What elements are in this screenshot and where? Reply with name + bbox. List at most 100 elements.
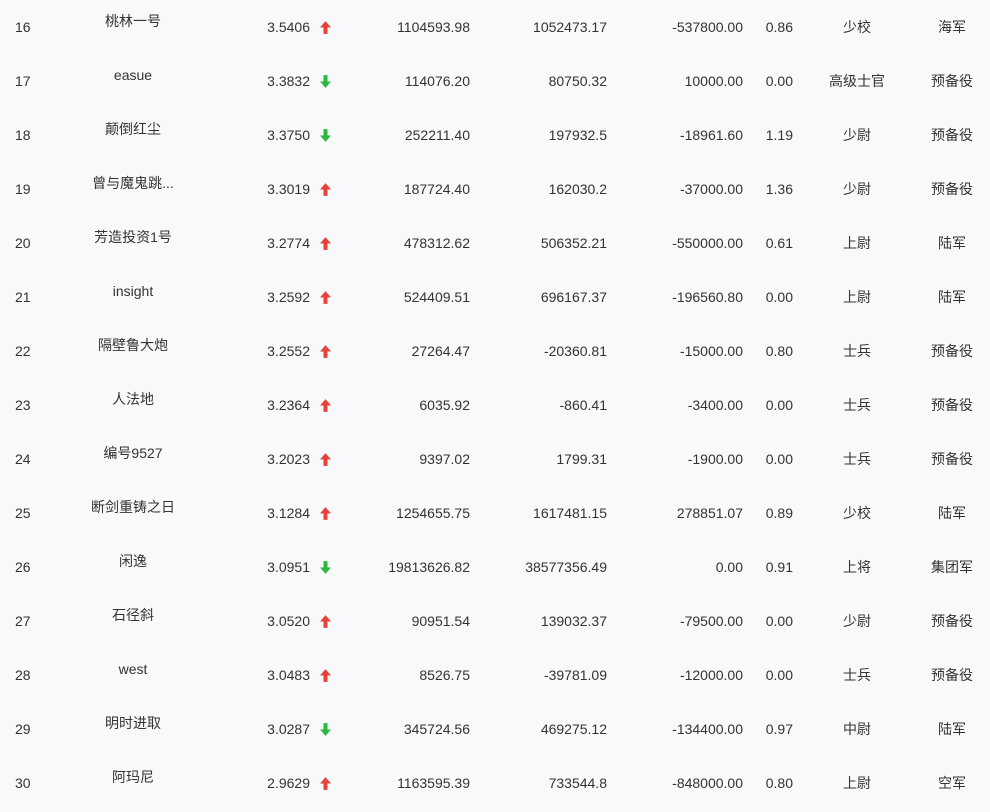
value-b-cell: -860.41 bbox=[559, 397, 607, 413]
rank-title-cell: 士兵 bbox=[843, 451, 871, 467]
ratio-cell: 0.00 bbox=[765, 667, 793, 683]
branch-cell: 预备役 bbox=[931, 73, 973, 89]
ratio-cell: 0.00 bbox=[765, 397, 793, 413]
rank-title-cell: 上将 bbox=[843, 559, 871, 575]
rank-title-cell: 少尉 bbox=[843, 127, 871, 143]
value-a-cell: 19813626.82 bbox=[388, 559, 470, 575]
value-a-cell: 1104593.98 bbox=[397, 19, 470, 35]
value-c-cell: -848000.00 bbox=[672, 775, 743, 791]
value-a-cell: 8526.75 bbox=[419, 667, 470, 683]
value-a-cell: 524409.51 bbox=[403, 289, 470, 305]
table-row[interactable]: 30 阿玛尼 2.9629 1163595.39 733544.8 -848000.00 0… bbox=[0, 756, 990, 810]
arrow-up-icon bbox=[319, 324, 331, 378]
branch-cell: 空军 bbox=[938, 775, 966, 791]
value-b-cell: 1617481.15 bbox=[533, 505, 607, 521]
table-row[interactable]: 20 芳造投资1号 3.2774 478312.62 506352.21 -550000.… bbox=[0, 216, 990, 270]
table-row[interactable]: 24 编号9527 3.2023 9397.02 1799.31 -1900.00 0.00… bbox=[0, 432, 990, 486]
value-a-cell: 9397.02 bbox=[419, 451, 470, 467]
rank-title-cell: 少校 bbox=[843, 505, 871, 521]
value-a-cell: 6035.92 bbox=[419, 397, 470, 413]
table-row[interactable]: 29 明时进取 3.0287 345724.56 469275.12 -134400.00… bbox=[0, 702, 990, 756]
rank-title-cell: 士兵 bbox=[843, 343, 871, 359]
rank-title-cell: 上尉 bbox=[843, 289, 871, 305]
branch-cell: 预备役 bbox=[931, 451, 973, 467]
name-cell: 隔壁鲁大炮 bbox=[98, 337, 168, 353]
branch-cell: 预备役 bbox=[931, 397, 973, 413]
table-row[interactable]: 18 颠倒红尘 3.3750 252211.40 197932.5 -18961.60 1.… bbox=[0, 108, 990, 162]
name-cell: 阿玛尼 bbox=[112, 769, 154, 785]
ratio-cell: 0.91 bbox=[765, 559, 793, 575]
score-cell: 3.5406 bbox=[267, 19, 310, 35]
value-b-cell: 162030.2 bbox=[548, 181, 607, 197]
value-c-cell: -37000.00 bbox=[679, 181, 743, 197]
arrow-down-icon bbox=[319, 54, 331, 108]
ratio-cell: 1.19 bbox=[765, 127, 793, 143]
branch-cell: 集团军 bbox=[931, 559, 973, 575]
table-row[interactable]: 22 隔壁鲁大炮 3.2552 27264.47 -20360.81 -15000.00 0… bbox=[0, 324, 990, 378]
value-c-cell: -134400.00 bbox=[672, 721, 743, 737]
value-c-cell: -79500.00 bbox=[679, 613, 743, 629]
table-row[interactable]: 21 insight 3.2592 524409.51 696167.37 -196560… bbox=[0, 270, 990, 324]
value-c-cell: -3400.00 bbox=[687, 397, 743, 413]
ratio-cell: 0.86 bbox=[765, 19, 793, 35]
score-cell: 3.2552 bbox=[267, 343, 310, 359]
rank-title-cell: 少尉 bbox=[843, 181, 871, 197]
value-b-cell: 80750.32 bbox=[548, 73, 607, 89]
rank-cell: 24 bbox=[15, 451, 31, 467]
value-a-cell: 27264.47 bbox=[411, 343, 470, 359]
value-b-cell: 139032.37 bbox=[540, 613, 607, 629]
score-cell: 3.0483 bbox=[267, 667, 310, 683]
rank-title-cell: 高级士官 bbox=[829, 73, 885, 89]
value-c-cell: 0.00 bbox=[715, 559, 743, 575]
rank-cell: 17 bbox=[15, 73, 31, 89]
table-row[interactable]: 28 west 3.0483 8526.75 -39781.09 -12000.00 0.0… bbox=[0, 648, 990, 702]
rank-cell: 27 bbox=[15, 613, 31, 629]
rank-cell: 26 bbox=[15, 559, 31, 575]
rank-cell: 16 bbox=[15, 19, 31, 35]
rank-cell: 29 bbox=[15, 721, 31, 737]
rank-cell: 28 bbox=[15, 667, 31, 683]
arrow-up-icon bbox=[319, 162, 331, 216]
value-b-cell: 38577356.49 bbox=[525, 559, 607, 575]
rank-title-cell: 士兵 bbox=[843, 397, 871, 413]
name-cell: easue bbox=[113, 67, 153, 83]
branch-cell: 海军 bbox=[938, 19, 966, 35]
table-row[interactable]: 27 石径斜 3.0520 90951.54 139032.37 -79500.00 0.0… bbox=[0, 594, 990, 648]
table-row[interactable]: 23 人法地 3.2364 6035.92 -860.41 -3400.00 0.00 士兵 预… bbox=[0, 378, 990, 432]
ranking-table: 16 桃林一号 3.5406 1104593.98 1052473.17 -537800.… bbox=[0, 0, 990, 810]
arrow-up-icon bbox=[319, 216, 331, 270]
branch-cell: 陆军 bbox=[938, 505, 966, 521]
ratio-cell: 0.00 bbox=[765, 613, 793, 629]
score-cell: 3.0287 bbox=[267, 721, 310, 737]
value-b-cell: 469275.12 bbox=[540, 721, 607, 737]
ratio-cell: 0.97 bbox=[765, 721, 793, 737]
score-cell: 3.2592 bbox=[267, 289, 310, 305]
arrow-up-icon bbox=[319, 648, 331, 702]
table-row[interactable]: 19 曾与魔鬼跳... 3.3019 187724.40 162030.2 -37000.… bbox=[0, 162, 990, 216]
table-row[interactable]: 16 桃林一号 3.5406 1104593.98 1052473.17 -537800.… bbox=[0, 0, 990, 54]
rank-cell: 25 bbox=[15, 505, 31, 521]
name-cell: 芳造投资1号 bbox=[94, 229, 172, 245]
score-cell: 3.0520 bbox=[267, 613, 310, 629]
ratio-cell: 0.00 bbox=[765, 73, 793, 89]
score-cell: 3.3750 bbox=[267, 127, 310, 143]
score-cell: 3.2774 bbox=[267, 235, 310, 251]
rank-cell: 30 bbox=[15, 775, 31, 791]
branch-cell: 预备役 bbox=[931, 613, 973, 629]
value-b-cell: 733544.8 bbox=[548, 775, 607, 791]
table-row[interactable]: 17 easue 3.3832 114076.20 80750.32 10000.00 0.… bbox=[0, 54, 990, 108]
arrow-up-icon bbox=[319, 0, 331, 54]
value-a-cell: 1254655.75 bbox=[396, 505, 470, 521]
table-row[interactable]: 25 断剑重铸之日 3.1284 1254655.75 1617481.15 278851… bbox=[0, 486, 990, 540]
branch-cell: 预备役 bbox=[931, 667, 973, 683]
arrow-down-icon bbox=[319, 540, 331, 594]
value-c-cell: 10000.00 bbox=[684, 73, 743, 89]
table-row[interactable]: 26 闲逸 3.0951 19813626.82 38577356.49 0.00 0.91… bbox=[0, 540, 990, 594]
value-c-cell: 278851.07 bbox=[676, 505, 743, 521]
rank-title-cell: 中尉 bbox=[843, 721, 871, 737]
name-cell: 颠倒红尘 bbox=[105, 121, 161, 137]
arrow-down-icon bbox=[319, 108, 331, 162]
name-cell: 曾与魔鬼跳... bbox=[92, 175, 174, 191]
rank-title-cell: 少尉 bbox=[843, 613, 871, 629]
rank-title-cell: 少校 bbox=[843, 19, 871, 35]
